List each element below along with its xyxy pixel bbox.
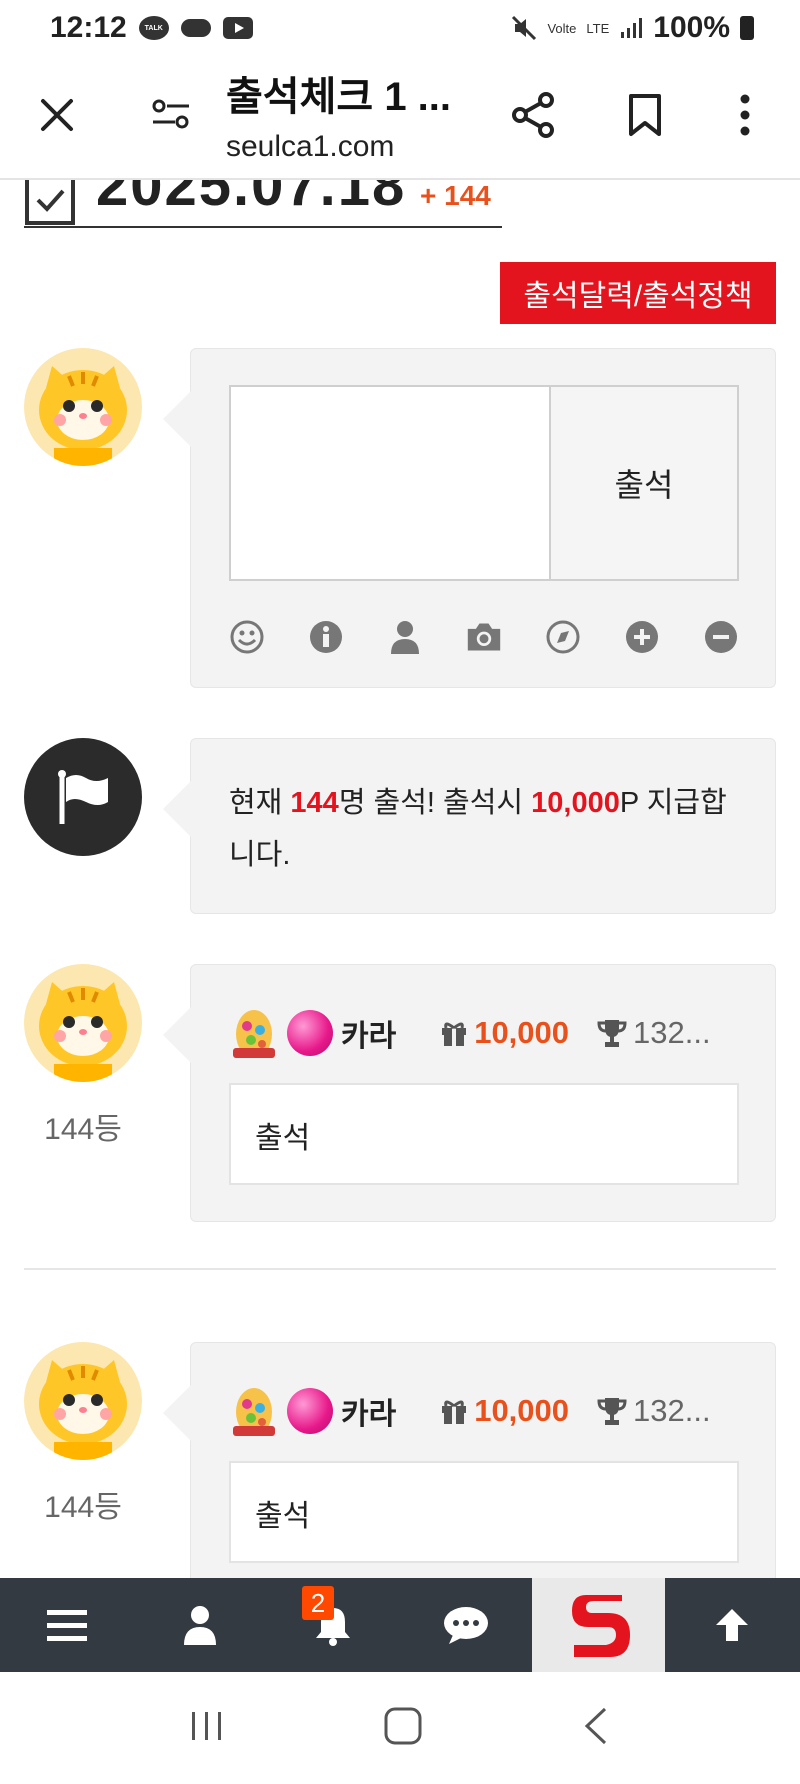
site-logo[interactable]: [532, 1578, 665, 1672]
attendee-count: 144: [290, 787, 339, 819]
entry-nickname[interactable]: 카라: [341, 1011, 396, 1055]
bookmark-icon[interactable]: [618, 88, 672, 142]
notice-prefix: 현재: [229, 787, 291, 819]
site-settings-icon[interactable]: [146, 90, 196, 140]
entry-box: 카라 10,000 132... 출석: [163, 1342, 776, 1600]
reward-points: 10,000: [531, 787, 620, 819]
info-icon[interactable]: [308, 619, 344, 655]
user-icon[interactable]: [387, 619, 423, 655]
chat-icon[interactable]: [399, 1578, 532, 1672]
battery-icon: [740, 16, 754, 40]
emoji-icon[interactable]: [229, 619, 265, 655]
scroll-top-icon[interactable]: [665, 1578, 798, 1672]
compose-box: 출석: [163, 348, 776, 688]
entry-trophy: 132...: [633, 1015, 711, 1050]
page-title: 출석체크 1 ...: [226, 75, 452, 119]
clock: 12:12: [50, 11, 127, 44]
signal-icon: [621, 18, 643, 38]
calendar-policy-button[interactable]: 출석달력/출석정책: [500, 262, 776, 324]
entry-trophy: 132...: [633, 1393, 711, 1428]
comment-input[interactable]: [229, 385, 551, 581]
attend-submit-button[interactable]: 출석: [549, 385, 739, 581]
volte-label: Volte: [547, 20, 577, 36]
home-icon[interactable]: [383, 1706, 423, 1751]
date-header: 2025.07.18 + 144: [24, 180, 502, 228]
notice-avatar: [24, 738, 142, 856]
entry-header: 카라 10,000 132...: [229, 1381, 739, 1441]
entry-message: 출석: [229, 1083, 739, 1185]
entry-avatar[interactable]: [24, 1342, 142, 1460]
kakaotalk-icon: TALK: [138, 16, 169, 40]
cloud-icon: [180, 19, 211, 37]
gift-icon: [442, 1022, 467, 1046]
page-url[interactable]: seulca1.com: [226, 130, 394, 164]
talk-label: TALK: [144, 24, 163, 32]
battery-percent: 100%: [653, 11, 730, 44]
minus-circle-icon[interactable]: [703, 619, 739, 655]
calendar-check-icon: [25, 180, 75, 225]
entry-nickname[interactable]: 카라: [341, 1389, 396, 1433]
compose-toolbar: [229, 619, 739, 655]
notice-box: 현재 144명 출석! 출석시 10,000P 지급합니다.: [163, 738, 776, 914]
notice-middle: 명 출석! 출석시: [338, 787, 532, 819]
bottom-nav: 2: [0, 1578, 800, 1672]
mute-icon: [512, 15, 537, 41]
entry-message: 출석: [229, 1461, 739, 1563]
attendance-delta: + 144: [420, 180, 491, 211]
rank-ball-icon: [287, 1010, 333, 1056]
more-menu-icon[interactable]: [730, 88, 760, 142]
plus-circle-icon[interactable]: [624, 619, 660, 655]
menu-icon[interactable]: [0, 1578, 133, 1672]
compass-icon[interactable]: [545, 619, 581, 655]
entry-box: 카라 10,000 132... 출석: [163, 964, 776, 1222]
level-badge-icon: [233, 1388, 275, 1436]
profile-icon[interactable]: [133, 1578, 266, 1672]
browser-toolbar: 출석체크 1 ... seulca1.com: [0, 56, 800, 180]
avatar: [24, 348, 142, 466]
level-badge-icon: [233, 1010, 275, 1058]
entry-avatar[interactable]: [24, 964, 142, 1082]
back-icon[interactable]: [581, 1706, 611, 1751]
divider: [24, 1268, 776, 1270]
status-bar: 12:12 TALK Volte LTE 100%: [0, 0, 800, 56]
flag-icon: [58, 770, 108, 824]
entry-points: 10,000: [474, 1393, 570, 1428]
trophy-icon: [597, 1398, 627, 1425]
entry-rank: 144등: [44, 1113, 122, 1146]
rank-ball-icon: [287, 1388, 333, 1434]
recent-apps-icon[interactable]: [189, 1708, 225, 1749]
close-icon[interactable]: [32, 90, 82, 140]
entry-rank: 144등: [44, 1491, 122, 1524]
gift-icon: [442, 1400, 467, 1424]
notice-text: 현재 144명 출석! 출석시 10,000P 지급합니다.: [229, 777, 729, 881]
youtube-icon: [222, 17, 253, 39]
share-icon[interactable]: [506, 88, 560, 142]
entry-points: 10,000: [474, 1015, 570, 1050]
camera-icon[interactable]: [466, 619, 502, 655]
notification-count-badge: 2: [302, 1586, 334, 1620]
lte-label: LTE: [586, 20, 610, 36]
attendance-date: 2025.07.18: [96, 180, 407, 218]
trophy-icon: [597, 1020, 627, 1047]
entry-header: 카라 10,000 132...: [229, 1003, 739, 1063]
system-nav-bar: [0, 1672, 800, 1784]
